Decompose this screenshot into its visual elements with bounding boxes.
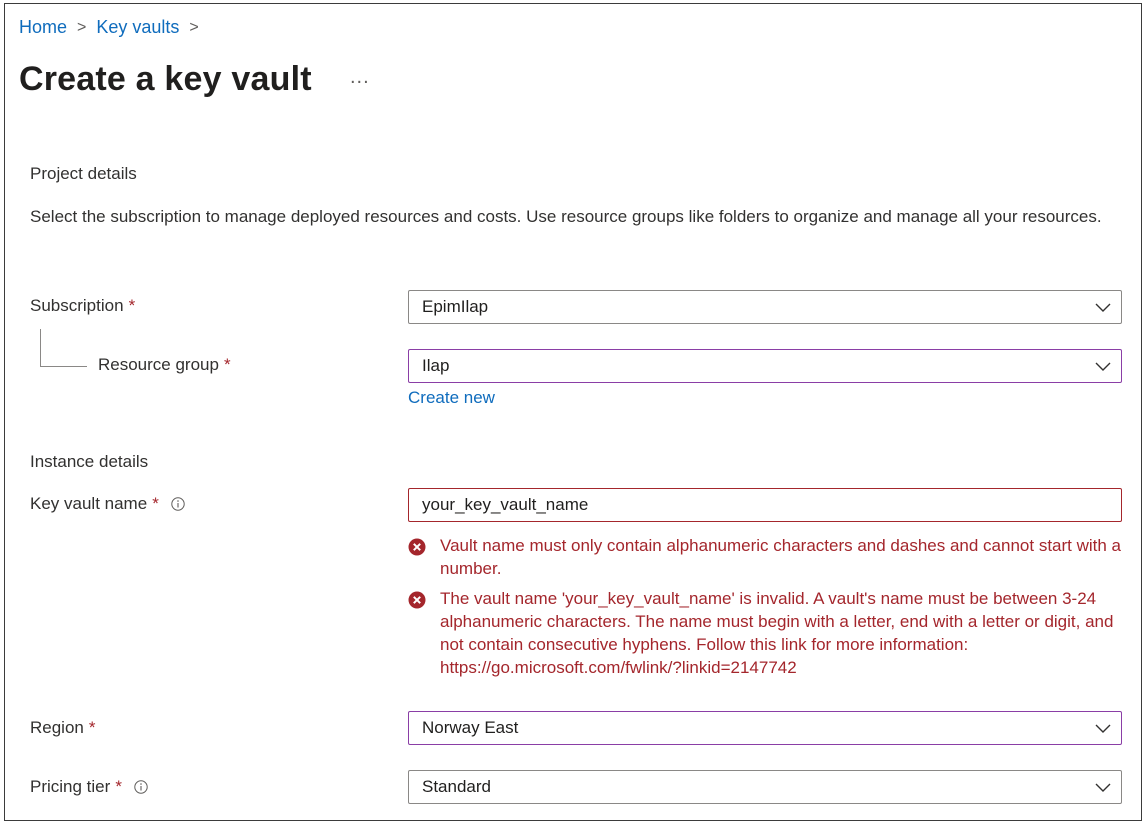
breadcrumb-home[interactable]: Home — [19, 17, 67, 38]
tree-connector — [40, 366, 87, 367]
validation-error-text: Vault name must only contain alphanumeri… — [440, 536, 1122, 578]
region-dropdown[interactable]: Norway East — [408, 711, 1122, 745]
validation-error-text: The vault name 'your_key_vault_name' is … — [440, 589, 1114, 677]
key-vault-name-input[interactable]: your_key_vault_name — [408, 488, 1122, 522]
subscription-value: EpimIlap — [422, 297, 489, 316]
error-circle-icon — [408, 591, 426, 609]
info-icon[interactable] — [171, 497, 185, 511]
create-new-link[interactable]: Create new — [408, 388, 495, 408]
validation-errors: Vault name must only contain alphanumeri… — [408, 534, 1128, 686]
required-marker: * — [115, 777, 122, 796]
validation-error: Vault name must only contain alphanumeri… — [408, 534, 1128, 580]
pricing-tier-label-text: Pricing tier — [30, 777, 111, 796]
resource-group-value: Ilap — [422, 356, 450, 375]
chevron-down-icon — [1095, 362, 1111, 371]
pricing-tier-label: Pricing tier * — [30, 777, 148, 797]
key-vault-name-label: Key vault name * — [30, 494, 185, 514]
validation-error: The vault name 'your_key_vault_name' is … — [408, 587, 1128, 679]
chevron-down-icon — [1095, 783, 1111, 792]
tree-connector — [40, 329, 41, 366]
pricing-tier-dropdown[interactable]: Standard — [408, 770, 1122, 804]
resource-group-label-text: Resource group — [98, 355, 219, 374]
breadcrumb-separator: > — [77, 18, 87, 36]
error-circle-icon — [408, 538, 426, 556]
required-marker: * — [88, 718, 96, 737]
subscription-label-text: Subscription — [30, 296, 124, 315]
breadcrumb-separator: > — [189, 18, 199, 36]
page-title: Create a key vault — [19, 60, 312, 98]
key-vault-name-label-text: Key vault name — [30, 494, 148, 513]
resource-group-label: Resource group * — [98, 355, 231, 375]
instance-details-heading: Instance details — [30, 452, 149, 471]
subscription-dropdown[interactable]: EpimIlap — [408, 290, 1122, 324]
region-label: Region * — [30, 718, 96, 738]
form-panel: Home > Key vaults > Create a key vault .… — [4, 3, 1142, 821]
key-vault-name-value: your_key_vault_name — [422, 495, 589, 514]
breadcrumb: Home > Key vaults > — [19, 17, 209, 38]
required-marker: * — [128, 296, 136, 315]
required-marker: * — [223, 355, 231, 374]
pricing-tier-value: Standard — [422, 777, 491, 796]
chevron-down-icon — [1095, 303, 1111, 312]
project-details-heading: Project details — [30, 164, 137, 183]
resource-group-dropdown[interactable]: Ilap — [408, 349, 1122, 383]
info-icon[interactable] — [134, 780, 148, 794]
more-options-button[interactable]: ... — [350, 66, 370, 89]
region-label-text: Region — [30, 718, 84, 737]
region-value: Norway East — [422, 718, 519, 737]
subscription-label: Subscription * — [30, 296, 135, 316]
chevron-down-icon — [1095, 724, 1111, 733]
project-details-description: Select the subscription to manage deploy… — [30, 207, 1102, 226]
breadcrumb-key-vaults[interactable]: Key vaults — [96, 17, 179, 38]
required-marker: * — [152, 494, 159, 513]
